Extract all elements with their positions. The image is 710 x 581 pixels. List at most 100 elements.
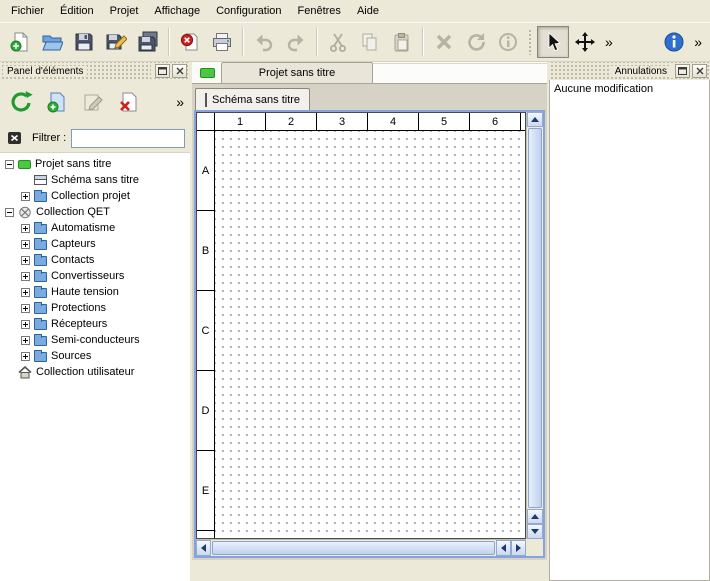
save-as-icon	[105, 31, 127, 53]
menu-projet[interactable]: Projet	[102, 2, 147, 20]
expand-expander-icon[interactable]	[21, 352, 30, 361]
project-window: Projet sans titre Schéma sans titre 1	[192, 62, 547, 560]
tab-schema-sans-titre[interactable]: Schéma sans titre	[195, 88, 310, 110]
filter-input[interactable]	[71, 129, 185, 148]
ruler-row-label: A	[197, 131, 215, 211]
tree-item-convertisseurs[interactable]: Convertisseurs	[0, 268, 190, 284]
expand-expander-icon[interactable]	[21, 240, 30, 249]
menu-configuration[interactable]: Configuration	[208, 2, 289, 20]
collapse-expander-icon[interactable]	[5, 160, 14, 169]
elements-panel-titlebar[interactable]: Panel d'éléments	[0, 62, 190, 80]
float-panel-button[interactable]	[155, 64, 170, 78]
menu-edition[interactable]: Édition	[52, 2, 102, 20]
expand-expander-icon[interactable]	[21, 288, 30, 297]
toolbar-grip[interactable]	[528, 29, 533, 55]
schema-tab-label: Schéma sans titre	[212, 94, 300, 106]
redo-button[interactable]	[280, 26, 312, 58]
scroll-right-button[interactable]	[511, 540, 526, 556]
folder-icon	[34, 286, 47, 298]
collapse-expander-icon[interactable]	[5, 208, 14, 217]
undo-button[interactable]	[248, 26, 280, 58]
scroll-left-button[interactable]	[196, 540, 211, 556]
toolbar-overflow[interactable]: »	[601, 34, 617, 50]
tree-item-collection-utilisateur[interactable]: Collection utilisateur	[0, 364, 190, 380]
tree-item-label: Récepteurs	[51, 318, 107, 330]
clear-filter-button[interactable]	[5, 128, 27, 148]
schema-tab-bar: Schéma sans titre	[192, 84, 547, 110]
pan-mode-button[interactable]	[569, 26, 601, 58]
tree-item-label: Semi-conducteurs	[51, 334, 140, 346]
vertical-scroll-thumb[interactable]	[528, 128, 542, 508]
about-info-button[interactable]	[658, 26, 690, 58]
menu-fichier[interactable]: Fichier	[3, 2, 52, 20]
paste-button[interactable]	[386, 26, 418, 58]
scroll-down-button[interactable]	[527, 524, 543, 539]
float-undo-panel-button[interactable]	[675, 64, 690, 78]
delete-button[interactable]	[428, 26, 460, 58]
left-arrow-icon	[201, 544, 206, 552]
horizontal-scroll-thumb[interactable]	[212, 541, 495, 555]
close-panel-button[interactable]	[172, 64, 187, 78]
delete-element-button[interactable]	[114, 87, 144, 117]
tree-item-capteurs[interactable]: Capteurs	[0, 236, 190, 252]
select-mode-button[interactable]	[537, 26, 569, 58]
expand-expander-icon[interactable]	[21, 256, 30, 265]
tree-item-collection-qet[interactable]: Collection QET	[0, 204, 190, 220]
tree-item-sources[interactable]: Sources	[0, 348, 190, 364]
paste-icon	[391, 31, 413, 53]
copy-button[interactable]	[354, 26, 386, 58]
tree-item-semi-conducteurs[interactable]: Semi-conducteurs	[0, 332, 190, 348]
tree-item-schema-sans-titre[interactable]: Schéma sans titre	[0, 172, 190, 188]
menu-fenetres[interactable]: Fenêtres	[290, 2, 349, 20]
reload-collections-button[interactable]	[6, 87, 36, 117]
cut-button[interactable]	[322, 26, 354, 58]
new-element-button[interactable]	[42, 87, 72, 117]
toolbar-overflow-right[interactable]: »	[690, 34, 706, 50]
home-icon	[18, 366, 32, 379]
tree-item-recepteurs[interactable]: Récepteurs	[0, 316, 190, 332]
expand-expander-icon[interactable]	[21, 224, 30, 233]
new-file-button[interactable]	[4, 26, 36, 58]
ruler-column-label: 2	[266, 113, 317, 131]
tree-item-contacts[interactable]: Contacts	[0, 252, 190, 268]
schema-canvas[interactable]	[215, 131, 525, 538]
close-file-icon	[179, 31, 201, 53]
panel-toolbar-overflow[interactable]: »	[176, 94, 184, 110]
horizontal-scrollbar	[196, 539, 526, 556]
tree-item-label: Sources	[51, 350, 91, 362]
rotate-button[interactable]	[460, 26, 492, 58]
tab-projet-sans-titre[interactable]: Projet sans titre	[221, 62, 373, 83]
expand-expander-icon[interactable]	[21, 192, 30, 201]
expand-expander-icon[interactable]	[21, 304, 30, 313]
save-all-button[interactable]	[132, 26, 164, 58]
close-file-button[interactable]	[174, 26, 206, 58]
element-info-button[interactable]	[492, 26, 524, 58]
scroll-left-button-2[interactable]	[496, 540, 511, 556]
save-as-button[interactable]	[100, 26, 132, 58]
undo-history-list[interactable]: Aucune modification	[549, 80, 710, 581]
folder-icon	[34, 350, 47, 362]
close-undo-panel-button[interactable]	[692, 64, 707, 78]
undo-panel-titlebar[interactable]: Annulations	[549, 62, 710, 80]
open-project-button[interactable]	[36, 26, 68, 58]
menu-aide[interactable]: Aide	[349, 2, 387, 20]
expand-expander-icon[interactable]	[21, 272, 30, 281]
tree-item-projet-sans-titre[interactable]: Projet sans titre	[0, 156, 190, 172]
tree-item-label: Protections	[51, 302, 106, 314]
ruler-column-label: 5	[419, 113, 470, 131]
save-button[interactable]	[68, 26, 100, 58]
expand-expander-icon[interactable]	[21, 336, 30, 345]
expand-expander-icon[interactable]	[21, 320, 30, 329]
tree-item-protections[interactable]: Protections	[0, 300, 190, 316]
tree-item-automatisme[interactable]: Automatisme	[0, 220, 190, 236]
undo-arrow-icon	[253, 31, 275, 53]
print-button[interactable]	[206, 26, 238, 58]
save-floppy-icon	[73, 31, 95, 53]
right-arrow-icon	[516, 544, 521, 552]
scroll-up-button[interactable]	[527, 112, 543, 127]
scroll-up-button-2[interactable]	[527, 509, 543, 524]
edit-element-button[interactable]	[78, 87, 108, 117]
menu-affichage[interactable]: Affichage	[146, 2, 208, 20]
tree-item-collection-projet[interactable]: Collection projet	[0, 188, 190, 204]
tree-item-haute-tension[interactable]: Haute tension	[0, 284, 190, 300]
